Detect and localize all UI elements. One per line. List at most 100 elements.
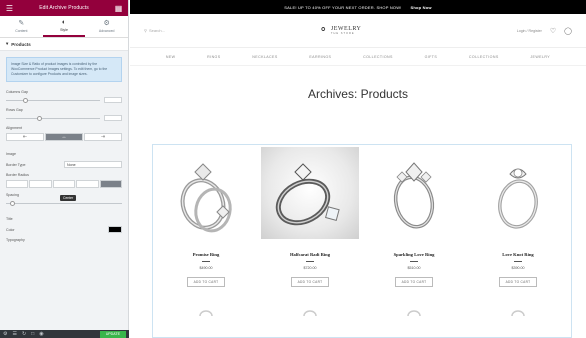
rows-gap-control: Rows Gap — [0, 106, 128, 124]
tab-content[interactable]: ✎ Content — [0, 16, 43, 37]
history-icon[interactable]: ↻ — [22, 331, 26, 337]
columns-gap-input[interactable] — [104, 97, 122, 103]
half-circle-icon: ◐ — [61, 19, 67, 26]
color-swatch[interactable] — [108, 226, 122, 233]
info-notice: Image Size & Ratio of product images is … — [6, 57, 122, 82]
align-right-button[interactable]: ⇥ — [84, 133, 122, 141]
editor-title: Edit Archive Products — [39, 5, 89, 11]
product-image[interactable] — [261, 147, 359, 239]
next-row-image — [199, 310, 213, 316]
add-to-cart-button[interactable]: ADD TO CART — [186, 277, 226, 287]
responsive-icon[interactable]: □ — [31, 331, 34, 337]
title-heading: Title — [0, 215, 128, 224]
alignment-label: Alignment — [6, 126, 22, 130]
nav-item[interactable]: COLLECTIONS — [363, 55, 393, 59]
border-type-select[interactable]: None — [64, 161, 122, 168]
ring-image — [180, 163, 232, 233]
section-title: Products — [11, 41, 31, 47]
nav-item[interactable]: NEW — [166, 55, 176, 59]
divider — [306, 261, 314, 262]
alignment-control: Alignment ⇤ ↔ ⇥ — [0, 124, 128, 144]
product-grid[interactable]: Promise Ring $490.00 ADD TO CART Halfcar… — [152, 144, 572, 338]
announcement-link[interactable]: Shop Now — [411, 5, 432, 10]
gear-icon: ⚙ — [103, 20, 110, 27]
radius-top-input[interactable] — [6, 180, 29, 188]
tab-advanced-label: Advanced — [98, 29, 115, 33]
divider — [514, 261, 522, 262]
search-placeholder: Search... — [148, 28, 165, 33]
editor-header: ☰ Edit Archive Products ▦ — [0, 0, 128, 16]
columns-gap-control: Columns Gap — [0, 88, 128, 106]
grid-icon[interactable]: ▦ — [114, 4, 123, 13]
color-label: Color — [6, 227, 15, 232]
align-left-button[interactable]: ⇤ — [6, 133, 44, 141]
product-card: Love Knot Ring $390.00 ADD TO CART — [469, 147, 567, 337]
header-actions: Login / Register ♡ ◯ — [472, 27, 572, 35]
editor-tabs: ✎ Content ◐ Style ⚙ Advanced — [0, 16, 128, 38]
tab-advanced[interactable]: ⚙ Advanced — [85, 16, 128, 37]
nav-item[interactable]: NECKLACES — [252, 55, 277, 59]
product-image[interactable] — [157, 147, 255, 239]
tab-style[interactable]: ◐ Style — [42, 16, 86, 37]
slider-handle[interactable] — [9, 200, 15, 206]
product-title[interactable]: Promise Ring — [193, 252, 220, 257]
announcement-text: SALE! UP TO 40% OFF YOUR NEXT ORDER. SHO… — [284, 4, 402, 10]
nav-item[interactable]: RINGS — [207, 55, 220, 59]
product-card: Promise Ring $490.00 ADD TO CART — [157, 147, 255, 337]
site-logo[interactable]: ⚬ JEWELRY THE STORE — [208, 25, 472, 36]
bag-icon[interactable]: ◯ — [564, 27, 572, 35]
product-price: $720.00 — [303, 266, 317, 270]
border-radius-control: Border Radius — [0, 171, 128, 191]
border-type-label: Border Type — [6, 162, 26, 167]
title-heading-label: Title — [6, 217, 13, 221]
product-card: Halfcarat Radi Ring $720.00 ADD TO CART — [261, 147, 359, 337]
editor-panel: ☰ Edit Archive Products ▦ ✎ Content ◐ St… — [0, 0, 129, 338]
ring-image — [275, 163, 340, 226]
section-products[interactable]: ▾ Products — [0, 38, 128, 51]
product-image[interactable] — [469, 147, 567, 239]
rows-gap-input[interactable] — [104, 115, 122, 121]
spacing-slider[interactable] — [6, 200, 122, 206]
hamburger-icon[interactable]: ☰ — [5, 4, 14, 13]
product-title[interactable]: Halfcarat Radi Ring — [290, 252, 330, 257]
nav-item[interactable]: EARRINGS — [309, 55, 331, 59]
radius-right-input[interactable] — [29, 180, 52, 188]
spacing-label: Spacing — [6, 193, 19, 197]
slider-handle[interactable] — [22, 97, 28, 103]
add-to-cart-button[interactable]: ADD TO CART — [290, 277, 330, 287]
align-center-button[interactable]: ↔ — [45, 133, 83, 141]
radius-bottom-input[interactable] — [52, 180, 76, 188]
product-image[interactable] — [365, 147, 463, 239]
rows-gap-slider[interactable] — [6, 115, 100, 121]
slider-handle[interactable] — [36, 115, 42, 121]
tab-style-label: Style — [60, 28, 68, 32]
site-header: ⚲ Search... ⚬ JEWELRY THE STORE Login / … — [130, 14, 586, 48]
brand-subtitle: THE STORE — [330, 32, 355, 35]
update-button[interactable]: UPDATE — [99, 330, 126, 338]
main-nav: NEW RINGS NECKLACES EARRINGS COLLECTIONS… — [130, 48, 586, 66]
add-to-cart-button[interactable]: ADD TO CART — [498, 277, 538, 287]
radius-left-input[interactable] — [76, 180, 99, 188]
nav-item[interactable]: GIFTS — [425, 55, 438, 59]
link-values-button[interactable] — [99, 180, 123, 188]
spacing-control: Spacing — [0, 191, 128, 209]
editor-footer: ⚙ ☰ ↻ □ ◉ UPDATE — [0, 330, 129, 338]
product-price: $510.00 — [407, 266, 421, 270]
product-price: $490.00 — [199, 266, 213, 270]
image-heading-label: Image — [6, 152, 16, 156]
product-title[interactable]: Sparkling Love Ring — [394, 252, 435, 257]
settings-icon[interactable]: ⚙ — [3, 331, 7, 337]
nav-item[interactable]: COLLECTIONS — [469, 55, 499, 59]
account-link[interactable]: Login / Register — [517, 29, 542, 33]
heart-icon[interactable]: ♡ — [550, 27, 556, 35]
navigator-icon[interactable]: ☰ — [12, 331, 16, 337]
columns-gap-slider[interactable] — [6, 97, 100, 103]
next-row-image — [303, 310, 317, 316]
nav-item[interactable]: JEWELRY — [530, 55, 550, 59]
add-to-cart-button[interactable]: ADD TO CART — [394, 277, 434, 287]
ring-logo-icon: ⚬ — [318, 24, 328, 36]
search-input[interactable]: ⚲ Search... — [144, 28, 208, 33]
preview-eye-icon[interactable]: ◉ — [39, 331, 43, 337]
search-icon: ⚲ — [144, 28, 147, 33]
product-title[interactable]: Love Knot Ring — [502, 252, 533, 257]
